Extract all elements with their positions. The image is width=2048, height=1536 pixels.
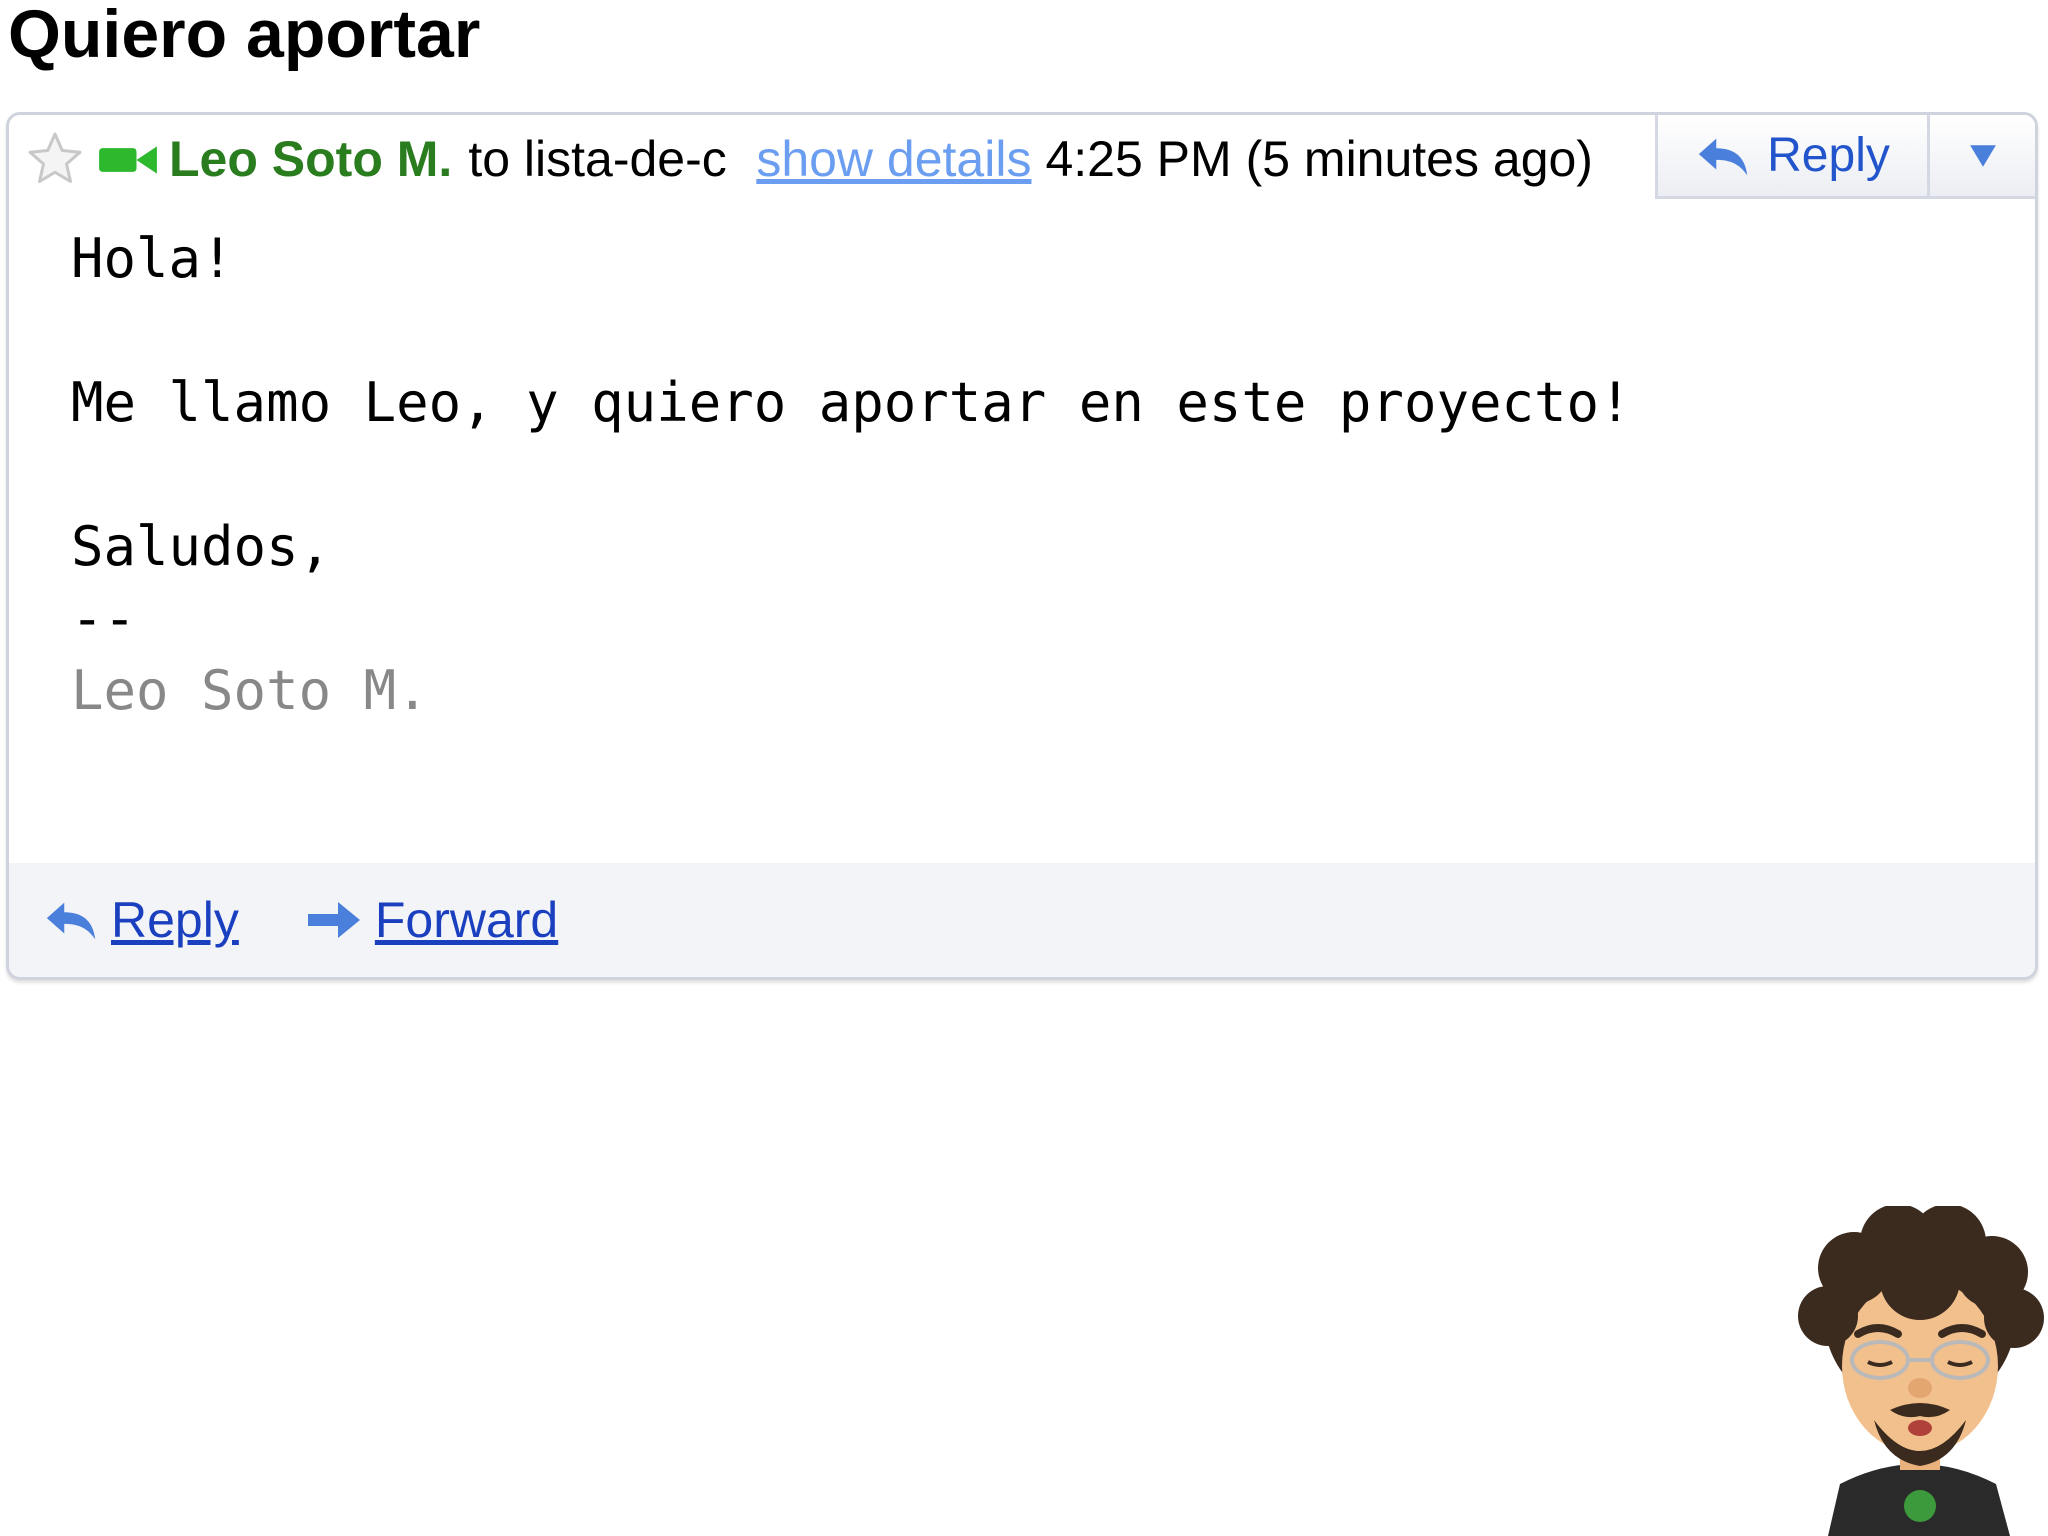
dropdown-triangle-icon [1969, 144, 1996, 167]
message-timestamp: 4:25 PM (5 minutes ago) [1045, 131, 1593, 187]
reply-arrow-icon [46, 902, 96, 940]
reply-button[interactable]: Reply [1658, 115, 1930, 196]
sender-name[interactable]: Leo Soto M. [169, 130, 452, 188]
message-body: Hola! Me llamo Leo, y quiero aportar en … [71, 223, 1632, 727]
body-line: Saludos, [71, 515, 332, 578]
star-icon[interactable] [25, 129, 85, 189]
recipient-summary: to lista-de-c [468, 131, 727, 187]
subject-title: Quiero aportar [8, 0, 481, 72]
body-line [71, 439, 1632, 511]
footer-reply-action[interactable]: Reply [43, 891, 239, 949]
message-header: Leo Soto M. to lista-de-c show details 4… [9, 115, 2035, 199]
reply-button-label: Reply [1767, 129, 1890, 182]
message-card: Leo Soto M. to lista-de-c show details 4… [6, 112, 2038, 980]
show-details-link[interactable]: show details [756, 130, 1031, 188]
signature-separator: -- [71, 587, 137, 650]
signature-name: Leo Soto M. [71, 659, 429, 722]
reply-link[interactable]: Reply [111, 891, 239, 949]
more-options-dropdown[interactable] [1930, 115, 2035, 196]
forward-link[interactable]: Forward [375, 891, 558, 949]
body-line: Hola! [71, 227, 234, 290]
forward-arrow-icon [307, 902, 360, 938]
reply-arrow-icon [1699, 138, 1748, 175]
body-line [71, 295, 1632, 367]
message-footer: Reply Forward [9, 863, 2035, 977]
footer-forward-action[interactable]: Forward [303, 891, 558, 949]
avatar-illustration [1798, 1206, 2044, 1536]
body-line: Me llamo Leo, y quiero aportar en este p… [71, 371, 1632, 434]
message-header-info: Leo Soto M. to lista-de-c show details 4… [169, 127, 1593, 191]
video-chat-icon [99, 146, 157, 174]
reply-button-group: Reply [1655, 115, 2035, 199]
